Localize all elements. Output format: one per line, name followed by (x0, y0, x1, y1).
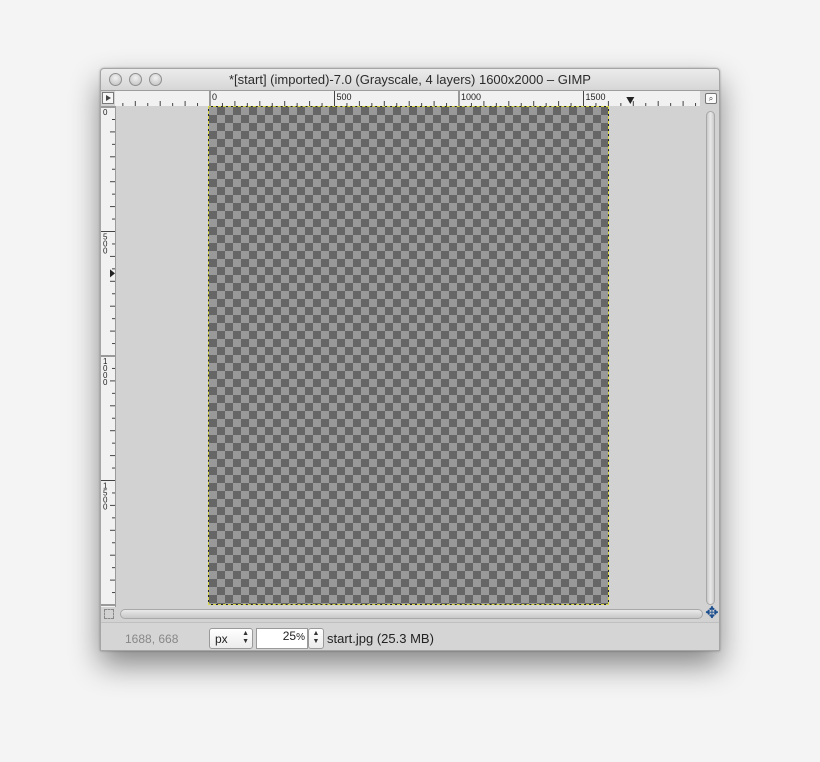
status-message: start.jpg (25.3 MB) (327, 631, 434, 646)
unit-value: px (215, 632, 228, 646)
zoom-percent-sign: % (296, 632, 305, 643)
zoom-magnifier-icon[interactable]: ⌕ (705, 93, 717, 104)
pointer-marker (110, 269, 115, 278)
quick-mask-icon[interactable] (104, 609, 114, 619)
zoom-stepper[interactable]: ▲ ▼ (308, 628, 324, 649)
horizontal-scrollbar[interactable] (120, 609, 703, 619)
vertical-scrollbar[interactable] (706, 111, 715, 605)
image-canvas[interactable] (208, 106, 609, 605)
vertical-ruler[interactable]: 050010001500 (101, 106, 116, 607)
ruler-label: 1000 (461, 92, 481, 102)
image-menu-button[interactable] (102, 92, 114, 104)
ruler-label: 0 (103, 378, 108, 387)
ruler-label: 0 (103, 247, 108, 256)
navigate-cross-icon[interactable]: ✥ (704, 606, 719, 622)
ruler-label: 0 (212, 92, 217, 102)
window-title: *[start] (imported)-7.0 (Grayscale, 4 la… (229, 72, 591, 87)
ruler-label: 0 (103, 108, 108, 117)
title-bar[interactable]: *[start] (imported)-7.0 (Grayscale, 4 la… (101, 69, 719, 91)
canvas-area[interactable] (116, 106, 704, 607)
ruler-label: 1500 (586, 92, 606, 102)
chevron-updown-icon: ▲ ▼ (242, 630, 249, 645)
status-bar: 1688, 668 px ▲ ▼ 25% ▲ ▼ start.jpg (25.3 M… (101, 622, 719, 650)
ruler-label: 500 (337, 92, 352, 102)
ruler-label: 0 (103, 503, 108, 512)
gimp-image-window: *[start] (imported)-7.0 (Grayscale, 4 la… (100, 68, 720, 651)
horizontal-ruler[interactable]: 0 500 1000 1500 (115, 91, 700, 107)
zoom-value: 25 (282, 629, 297, 643)
horizontal-ruler-ticks: 0 500 1000 1500 (122, 91, 697, 106)
unit-select[interactable]: px ▲ ▼ (209, 628, 253, 649)
pointer-coordinates: 1688, 668 (125, 632, 179, 646)
zoom-input[interactable]: 25% (256, 628, 308, 649)
vertical-ruler-ticks: 050010001500 (101, 106, 115, 606)
